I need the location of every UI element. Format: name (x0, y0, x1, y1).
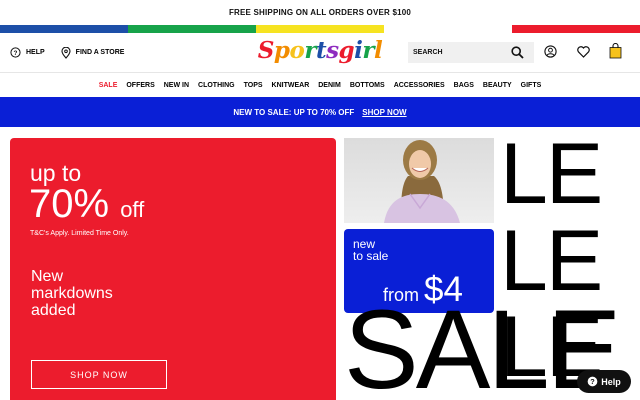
help-link[interactable]: ? HELP (10, 47, 45, 58)
free-shipping-text: FREE SHIPPING ON ALL ORDERS OVER $100 (228, 8, 412, 17)
to-sale-label: to sale (353, 249, 389, 263)
promo-shop-now-link[interactable]: SHOP NOW (362, 108, 406, 117)
hero-off: off (120, 197, 145, 222)
markdowns-line-2: markdowns (31, 285, 113, 302)
site-header: ? HELP FIND A STORE Sportsgirl (0, 33, 640, 73)
svg-text:?: ? (590, 377, 595, 386)
find-store-label: FIND A STORE (75, 49, 125, 56)
markdowns-line-1: New (31, 268, 64, 285)
nav-item-gifts[interactable]: GIFTS (521, 82, 542, 89)
help-circle-icon: ? (10, 47, 21, 58)
search-input[interactable] (413, 49, 508, 56)
color-stripes (0, 25, 640, 33)
main-nav: SALE OFFERS NEW IN CLOTHING TOPS KNITWEAR DENI… (0, 73, 640, 97)
wishlist-icon[interactable] (577, 46, 590, 58)
le-line-1: LE (500, 126, 603, 222)
location-pin-icon (61, 46, 71, 59)
stripe-white (384, 25, 512, 33)
hero-terms: T&C's Apply. Limited Time Only. (30, 230, 129, 237)
svg-text:?: ? (14, 50, 18, 57)
hero-shop-now-button[interactable]: SHOP NOW (31, 360, 167, 389)
help-icon: ? (587, 376, 598, 387)
model-photo[interactable] (344, 138, 494, 223)
sportsgirl-logo[interactable]: Sportsgirl (258, 37, 383, 64)
nav-item-offers[interactable]: OFFERS (126, 82, 154, 89)
hero-percent: 70% (29, 182, 110, 226)
markdowns-line-3: added (31, 302, 76, 319)
model-image (384, 140, 460, 223)
hero-markdowns: New markdowns added (31, 268, 113, 319)
account-icon[interactable] (544, 45, 557, 58)
new-to-sale-text: new to sale (353, 238, 388, 262)
stripe-red (512, 25, 640, 33)
bag-icon[interactable] (609, 43, 622, 59)
find-store-link[interactable]: FIND A STORE (61, 46, 125, 59)
search-box[interactable] (408, 42, 534, 63)
nav-item-bags[interactable]: BAGS (454, 82, 474, 89)
search-icon[interactable] (511, 46, 524, 59)
help-label: HELP (26, 49, 45, 56)
nav-item-denim[interactable]: DENIM (318, 82, 341, 89)
promo-text: NEW TO SALE: UP TO 70% OFF (233, 107, 355, 117)
nav-item-new-in[interactable]: NEW IN (164, 82, 189, 89)
nav-item-beauty[interactable]: BEAUTY (483, 82, 512, 89)
sale-hero-card[interactable]: up to 70% off T&C's Apply. Limited Time … (10, 138, 336, 400)
stripe-green (128, 25, 256, 33)
help-button-label: Help (601, 376, 621, 387)
nav-item-tops[interactable]: TOPS (244, 82, 263, 89)
nav-item-sale[interactable]: SALE (99, 82, 118, 89)
hero-section: up to 70% off T&C's Apply. Limited Time … (0, 126, 640, 400)
nav-item-knitwear[interactable]: KNITWEAR (272, 82, 310, 89)
nav-item-bottoms[interactable]: BOTTOMS (350, 82, 385, 89)
free-shipping-banner: FREE SHIPPING ON ALL ORDERS OVER $100 (0, 0, 640, 25)
stripe-yellow (256, 25, 384, 33)
nav-item-clothing[interactable]: CLOTHING (198, 82, 235, 89)
stripe-blue (0, 25, 128, 33)
promo-banner: NEW TO SALE: UP TO 70% OFF SHOP NOW (0, 97, 640, 127)
hero-discount: 70% off (29, 182, 144, 227)
nav-item-accessories[interactable]: ACCESSORIES (394, 82, 445, 89)
help-chat-button[interactable]: ? Help (577, 370, 631, 393)
